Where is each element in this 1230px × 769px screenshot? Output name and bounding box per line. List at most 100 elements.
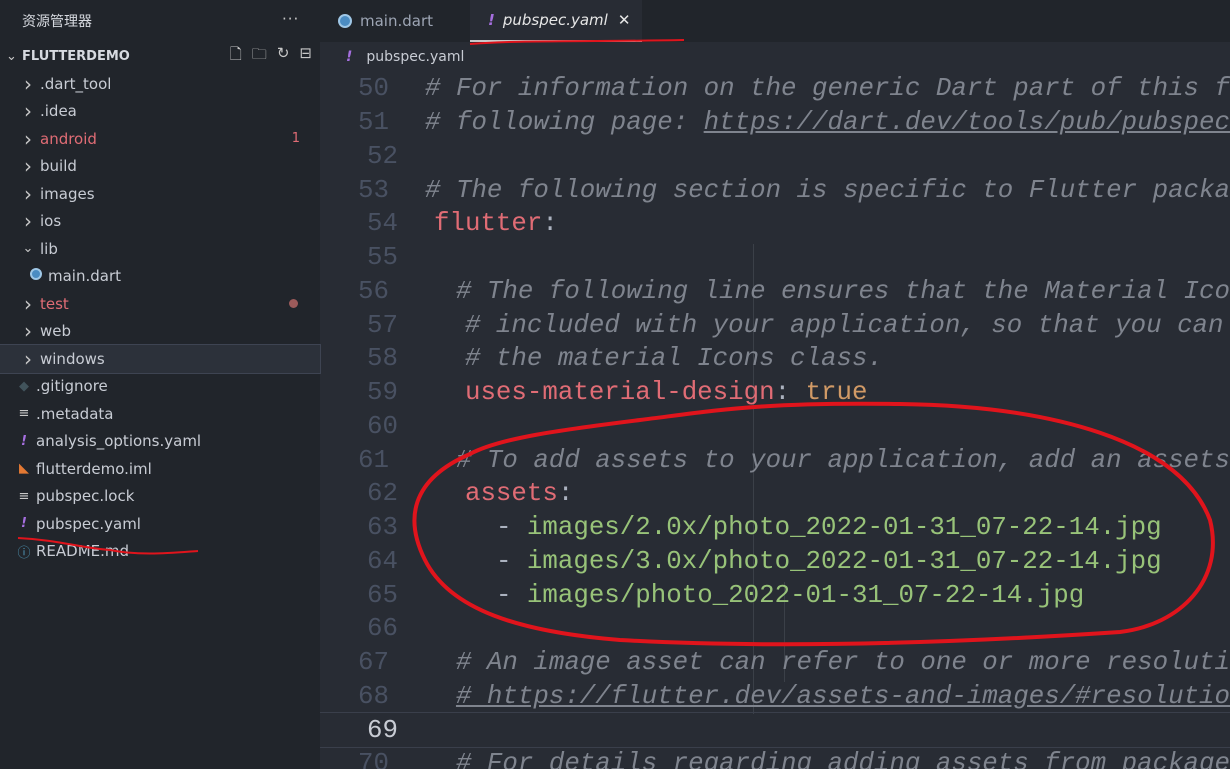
tree-item-web[interactable]: › web	[0, 318, 320, 346]
code-token: -	[495, 580, 527, 610]
code-text: # For information on the generic Dart pa…	[389, 74, 1230, 103]
tree-item-windows[interactable]: › windows	[0, 344, 321, 374]
code-line: 57 # included with your application, so …	[320, 308, 1230, 342]
more-actions-button[interactable]: ···	[282, 10, 299, 28]
breadcrumb-file[interactable]: pubspec.yaml	[366, 49, 464, 65]
yaml-icon: !	[21, 433, 27, 449]
line-number: 61	[358, 445, 389, 475]
code-line: 50 # For information on the generic Dart …	[320, 72, 1230, 106]
line-number: 60	[367, 411, 398, 441]
tree-item-label: lib	[40, 239, 58, 258]
code-line: 69	[320, 712, 1230, 748]
tab-main-dart[interactable]: main.dart	[320, 0, 470, 42]
tree-item-label: .metadata	[36, 404, 114, 423]
chevron-right-icon: ›	[24, 99, 32, 124]
code-line: 70 # For details regarding adding assets…	[320, 747, 1230, 769]
tree-item-lib[interactable]: ⌄ lib	[0, 235, 320, 263]
line-number: 66	[367, 614, 398, 644]
line-number: 52	[367, 141, 398, 171]
tree-item-main-dart[interactable]: main.dart	[0, 263, 320, 291]
tree-item-label: windows	[40, 349, 105, 368]
code-line: 68 # https://flutter.dev/assets-and-imag…	[320, 680, 1230, 714]
line-number: 53	[358, 175, 389, 205]
chevron-down-icon: ⌄	[22, 241, 34, 257]
refresh-icon[interactable]: ↻	[277, 44, 290, 69]
chevron-right-icon: ›	[24, 154, 32, 179]
line-number: 70	[358, 749, 389, 769]
tree-item-readme-md[interactable]: ⓘ README.md	[0, 538, 320, 566]
tree-item-idea[interactable]: › .idea	[0, 98, 320, 126]
tab-pubspec-yaml[interactable]: ! pubspec.yaml ✕	[470, 0, 642, 42]
code-token: images/photo_2022-01-31_07-22-14.jpg	[526, 580, 1085, 610]
code-text: # An image asset can refer to one or mor…	[389, 648, 1230, 677]
code-token: -	[495, 546, 527, 576]
code-text: # The following section is specific to F…	[389, 176, 1230, 205]
code-token: :	[557, 479, 574, 509]
tree-item-label: pubspec.yaml	[36, 514, 141, 533]
line-number: 55	[367, 243, 398, 273]
chevron-right-icon: ›	[24, 209, 32, 234]
code-text: assets:	[398, 479, 573, 508]
tree-item-metadata[interactable]: ≡ .metadata	[0, 400, 320, 428]
tree-item-pubspec-lock[interactable]: ≡ pubspec.lock	[0, 483, 320, 511]
code-text: # https://flutter.dev/assets-and-images/…	[389, 682, 1230, 711]
code-text: # For details regarding adding assets fr…	[389, 749, 1230, 769]
yaml-icon: !	[488, 11, 495, 29]
code-text: # following page: https://dart.dev/tools…	[389, 108, 1230, 137]
new-folder-icon[interactable]: 🗀	[252, 44, 267, 69]
code-token[interactable]: https://dart.dev/tools/pub/pubspec	[704, 108, 1230, 137]
tree-item-label: .dart_tool	[40, 74, 112, 93]
code-line: 62 assets:	[320, 477, 1230, 511]
tree-item-label: .gitignore	[36, 377, 108, 396]
line-number: 68	[358, 681, 389, 711]
line-number: 64	[367, 546, 398, 576]
code-text: # The following line ensures that the Ma…	[389, 277, 1230, 306]
project-header[interactable]: ⌄ FLUTTERDEMO 🗋 🗀 ↻ ⊟	[0, 42, 320, 70]
code-line: 63 - images/2.0x/photo_2022-01-31_07-22-…	[320, 511, 1230, 545]
tree-item-pubspec-yaml[interactable]: ! pubspec.yaml	[0, 510, 320, 538]
tree-item-flutterdemo-iml[interactable]: ◣ flutterdemo.iml	[0, 455, 320, 483]
code-token: images/3.0x/photo_2022-01-31_07-22-14.jp…	[526, 546, 1162, 576]
code-text: # included with your application, so tha…	[398, 311, 1224, 340]
code-line: 51 # following page: https://dart.dev/too…	[320, 106, 1230, 140]
new-file-icon[interactable]: 🗋	[230, 44, 242, 69]
modified-dot	[289, 299, 298, 309]
tree-item-label: README.md	[36, 542, 130, 561]
close-tab-icon[interactable]: ✕	[618, 11, 631, 29]
tree-item-images[interactable]: › images	[0, 180, 320, 208]
tree-item-label: web	[40, 322, 72, 341]
code-text: - images/2.0x/photo_2022-01-31_07-22-14.…	[398, 513, 1162, 542]
tree-item-label: .idea	[40, 102, 77, 121]
collapse-all-icon[interactable]: ⊟	[299, 44, 312, 69]
tree-item-gitignore[interactable]: ◆ .gitignore	[0, 373, 320, 401]
tree-item-ios[interactable]: › ios	[0, 208, 320, 236]
tree-item-build[interactable]: › build	[0, 153, 320, 181]
code-token: # included with your application, so tha…	[464, 310, 1224, 340]
chevron-right-icon: ›	[24, 126, 32, 151]
tree-item-dart-tool[interactable]: › .dart_tool	[0, 70, 320, 98]
code-token[interactable]: # https://flutter.dev/assets-and-images/…	[456, 682, 1230, 711]
tree-item-label: flutterdemo.iml	[36, 459, 152, 478]
chevron-right-icon: ›	[24, 71, 32, 96]
tree-item-label: test	[40, 294, 69, 313]
line-number: 67	[358, 648, 389, 678]
code-text: - images/photo_2022-01-31_07-22-14.jpg	[398, 581, 1084, 610]
chevron-down-icon: ⌄	[6, 48, 17, 64]
chevron-right-icon: ›	[24, 346, 32, 371]
code-line: 56 # The following line ensures that the…	[320, 275, 1230, 309]
yaml-icon: !	[21, 516, 27, 532]
tree-item-android[interactable]: › android 1	[0, 125, 320, 153]
line-number: 65	[367, 580, 398, 610]
tree-item-test[interactable]: › test	[0, 290, 320, 318]
line-number: 62	[367, 479, 398, 509]
code-editor[interactable]: 50 # For information on the generic Dart …	[320, 72, 1230, 769]
tree-item-analysis-options-yaml[interactable]: ! analysis_options.yaml	[0, 428, 320, 456]
explorer-sidebar: 资源管理器 ··· ⌄ FLUTTERDEMO 🗋 🗀 ↻ ⊟ › .dart_t…	[0, 0, 321, 769]
code-token: # The following line ensures that the Ma…	[455, 276, 1230, 306]
dart-icon	[338, 14, 352, 28]
